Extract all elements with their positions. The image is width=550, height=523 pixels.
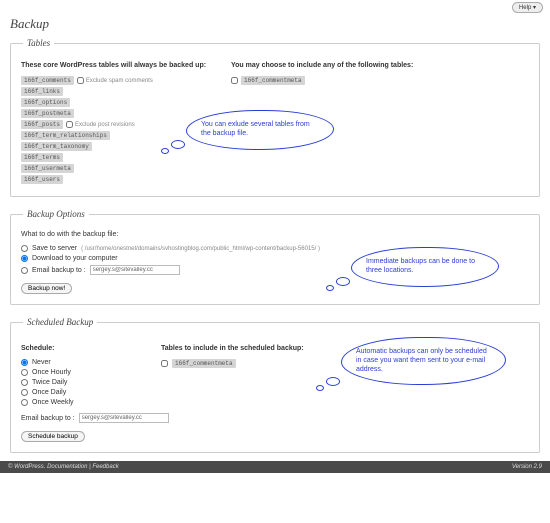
schedule-label: Once Weekly: [32, 399, 74, 406]
annotation-tail: [171, 140, 185, 149]
annotation-tail: [336, 277, 350, 286]
exclude-revisions-checkbox[interactable]: [66, 121, 73, 128]
table-name: 166f_postmeta: [21, 109, 74, 118]
tables-legend: Tables: [23, 38, 54, 48]
backup-now-button[interactable]: Backup now!: [21, 283, 72, 294]
table-name: 166f_comments: [21, 76, 74, 85]
options-fieldset: Backup Options What to do with the backu…: [10, 209, 540, 305]
optional-tables-list: 166f_commentmeta: [231, 76, 529, 85]
core-tables-heading: These core WordPress tables will always …: [21, 62, 211, 69]
optional-tables-heading: You may choose to include any of the fol…: [231, 62, 529, 69]
download-label: Download to your computer: [32, 255, 118, 262]
page-title: Backup: [10, 16, 540, 32]
annotation-tail: [326, 285, 334, 291]
scheduled-table-checkbox[interactable]: [161, 360, 168, 367]
schedule-radio[interactable]: [21, 359, 28, 366]
exclude-spam-checkbox[interactable]: [77, 77, 84, 84]
table-name: 166f_users: [21, 175, 63, 184]
table-name: 166f_term_taxonomy: [21, 142, 92, 151]
email-input[interactable]: [90, 265, 180, 275]
table-name: 166f_options: [21, 98, 70, 107]
options-legend: Backup Options: [23, 209, 89, 219]
email-label: Email backup to :: [32, 267, 86, 274]
annotation-tail: [316, 385, 324, 391]
schedule-backup-button[interactable]: Schedule backup: [21, 431, 85, 442]
schedule-radio[interactable]: [21, 389, 28, 396]
save-server-label: Save to server: [32, 245, 77, 252]
table-name: 166f_posts: [21, 120, 63, 129]
schedule-label: Once Daily: [32, 389, 66, 396]
table-name: 166f_commentmeta: [241, 76, 305, 85]
scheduled-email-label: Email backup to :: [21, 415, 75, 422]
schedule-label: Once Hourly: [32, 369, 71, 376]
table-name: 166f_usermeta: [21, 164, 74, 173]
annotation-bubble: You can exlude several tables from the b…: [186, 110, 334, 150]
download-radio[interactable]: [21, 255, 28, 262]
save-server-path: ( /usr/home/onestnet/domains/svhostingbl…: [81, 246, 320, 252]
scheduled-legend: Scheduled Backup: [23, 317, 97, 327]
admin-footer: © WordPress. Documentation | Feedback Ve…: [0, 461, 550, 473]
scheduled-email-input[interactable]: [79, 413, 169, 423]
schedule-radio[interactable]: [21, 379, 28, 386]
help-button[interactable]: Help ▾: [512, 2, 543, 13]
schedule-radio[interactable]: [21, 369, 28, 376]
footer-version: Version 2.9: [512, 464, 542, 470]
footer-left: © WordPress. Documentation | Feedback: [8, 464, 119, 470]
table-name: 166f_term_relationships: [21, 131, 110, 140]
table-name: 166f_terms: [21, 153, 63, 162]
exclude-revisions-label: Exclude post revisions: [75, 122, 135, 128]
tables-fieldset: Tables These core WordPress tables will …: [10, 38, 540, 197]
table-name: 166f_links: [21, 87, 63, 96]
save-server-radio[interactable]: [21, 245, 28, 252]
annotation-bubble: Immediate backups can be done to three l…: [351, 247, 499, 287]
annotation-tail: [326, 377, 340, 386]
annotation-tail: [161, 148, 169, 154]
schedule-label: Twice Daily: [32, 379, 67, 386]
optional-table-checkbox[interactable]: [231, 77, 238, 84]
options-heading: What to do with the backup file:: [21, 231, 529, 238]
scheduled-fieldset: Scheduled Backup Schedule: Never Once Ho…: [10, 317, 540, 453]
schedule-heading: Schedule:: [21, 345, 141, 352]
schedule-label: Never: [32, 359, 51, 366]
email-radio[interactable]: [21, 267, 28, 274]
schedule-radio[interactable]: [21, 399, 28, 406]
exclude-spam-label: Exclude spam comments: [86, 78, 153, 84]
core-tables-list: 166f_comments Exclude spam comments 166f_…: [21, 76, 211, 184]
table-name: 166f_commentmeta: [172, 359, 236, 368]
